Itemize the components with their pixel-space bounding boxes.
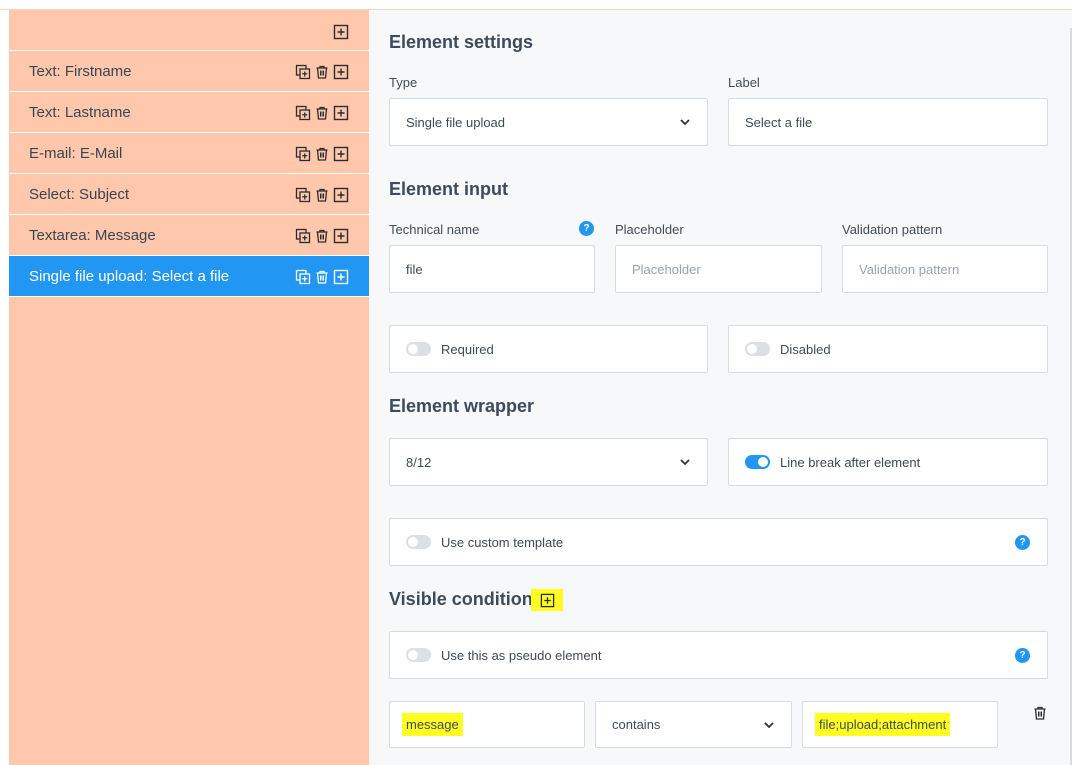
sidebar-item-firstname[interactable]: Text: Firstname (9, 51, 369, 92)
custom-template-toggle-box[interactable]: Use custom template ? (389, 518, 1048, 566)
width-select-value: 8/12 (406, 454, 432, 470)
duplicate-icon[interactable] (295, 146, 311, 162)
item-actions (295, 269, 349, 285)
pseudo-element-toggle-box[interactable]: Use this as pseudo element ? (389, 631, 1048, 679)
duplicate-icon[interactable] (295, 269, 311, 285)
pseudo-element-label: Use this as pseudo element (441, 647, 602, 663)
add-icon[interactable] (333, 105, 349, 121)
sidebar-item-label: Textarea: Message (29, 226, 156, 244)
sidebar-item-label: Text: Firstname (29, 62, 132, 80)
visible-conditions-title: Visible conditions (389, 589, 543, 609)
placeholder-field[interactable]: Placeholder (615, 245, 822, 293)
condition-value-input[interactable]: file;upload;attachment (802, 701, 998, 748)
type-select-value: Single file upload (406, 114, 506, 130)
trash-icon[interactable] (314, 146, 330, 162)
add-icon[interactable] (333, 187, 349, 203)
width-select[interactable]: 8/12 (389, 438, 708, 486)
item-actions (295, 105, 349, 121)
required-toggle-box[interactable]: Required (389, 325, 708, 373)
trash-icon[interactable] (314, 269, 330, 285)
sidebar-item-email[interactable]: E-mail: E-Mail (9, 133, 369, 174)
sidebar-item-message[interactable]: Textarea: Message (9, 215, 369, 256)
trash-icon[interactable] (314, 187, 330, 203)
required-toggle[interactable] (406, 342, 431, 356)
condition-operator-select[interactable]: contains (595, 701, 792, 748)
add-icon[interactable] (333, 146, 349, 162)
condition-operator-value: contains (612, 717, 661, 732)
add-condition-button[interactable] (531, 589, 563, 611)
condition-field-input[interactable]: message (389, 701, 585, 748)
visible-conditions-heading: Visible conditions (389, 589, 543, 610)
line-break-toggle[interactable] (745, 455, 770, 469)
sidebar-item-label: Text: Lastname (29, 103, 131, 121)
help-icon[interactable]: ? (579, 221, 594, 236)
validation-pattern-label: Validation pattern (842, 222, 943, 237)
disabled-toggle[interactable] (745, 342, 770, 356)
technical-name-value: file (406, 261, 423, 277)
validation-pattern-field[interactable]: Validation pattern (842, 245, 1048, 293)
add-icon[interactable] (333, 228, 349, 244)
technical-name-label: Technical name (389, 222, 480, 237)
chevron-down-icon (680, 119, 690, 126)
type-select[interactable]: Single file upload (389, 98, 708, 146)
validation-pattern-placeholder: Validation pattern (859, 261, 960, 277)
sidebar-item-label: Single file upload: Select a file (29, 267, 230, 285)
trash-icon[interactable] (314, 64, 330, 80)
item-actions (295, 228, 349, 244)
label-field-value: Select a file (745, 114, 813, 130)
add-element-icon[interactable] (333, 24, 349, 40)
sidebar-item-subject[interactable]: Select: Subject (9, 174, 369, 215)
duplicate-icon[interactable] (295, 105, 311, 121)
chevron-down-icon (680, 459, 690, 466)
duplicate-icon[interactable] (295, 64, 311, 80)
element-settings-heading: Element settings (389, 32, 534, 52)
help-icon[interactable]: ? (1015, 648, 1030, 663)
sidebar-item-file-upload[interactable]: Single file upload: Select a file (9, 256, 369, 297)
placeholder-field-placeholder: Placeholder (632, 261, 701, 277)
label-field[interactable]: Select a file (728, 98, 1048, 146)
technical-name-field[interactable]: file (389, 245, 595, 293)
add-icon[interactable] (333, 64, 349, 80)
chevron-down-icon (764, 721, 774, 728)
disabled-toggle-box[interactable]: Disabled (728, 325, 1048, 373)
placeholder-label: Placeholder (615, 222, 684, 237)
item-actions (295, 146, 349, 162)
pseudo-element-toggle[interactable] (406, 648, 431, 662)
delete-condition-icon[interactable] (1032, 705, 1048, 721)
custom-template-toggle[interactable] (406, 535, 431, 549)
sidebar-item-label: E-mail: E-Mail (29, 144, 123, 162)
sidebar-item-label: Select: Subject (29, 185, 130, 203)
condition-field-value: message (402, 713, 463, 736)
add-icon (540, 593, 555, 608)
condition-value-text: file;upload;attachment (815, 713, 951, 736)
add-icon[interactable] (333, 269, 349, 285)
element-list-sidebar: Text: Firstname Text: Lastname E-mail: E… (9, 10, 369, 765)
required-label: Required (441, 341, 494, 357)
sidebar-header (9, 10, 369, 51)
disabled-label: Disabled (780, 341, 831, 357)
line-break-toggle-box[interactable]: Line break after element (728, 438, 1048, 486)
item-actions (295, 64, 349, 80)
label-label: Label (728, 75, 760, 90)
trash-icon[interactable] (314, 228, 330, 244)
element-input-heading: Element input (389, 179, 509, 199)
type-label: Type (389, 75, 418, 90)
duplicate-icon[interactable] (295, 187, 311, 203)
line-break-label: Line break after element (780, 454, 921, 470)
help-icon[interactable]: ? (1015, 535, 1030, 550)
custom-template-label: Use custom template (441, 534, 564, 550)
duplicate-icon[interactable] (295, 228, 311, 244)
element-wrapper-heading: Element wrapper (389, 396, 535, 416)
sidebar-item-lastname[interactable]: Text: Lastname (9, 92, 369, 133)
item-actions (295, 187, 349, 203)
trash-icon[interactable] (314, 105, 330, 121)
